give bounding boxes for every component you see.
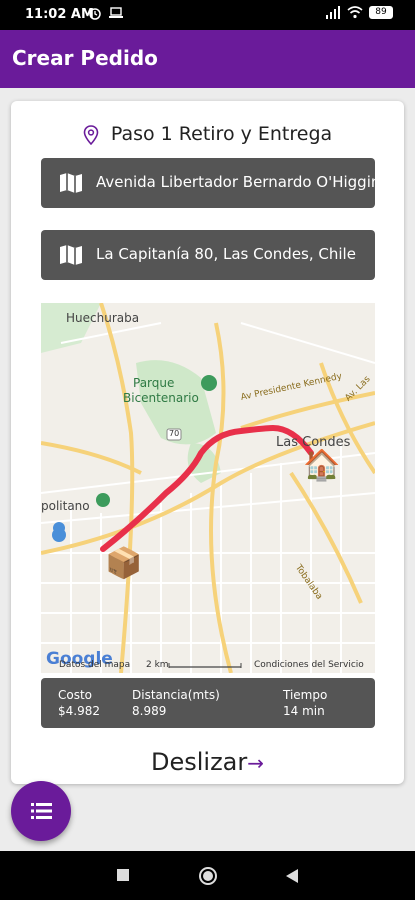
time-value: 14 min — [283, 704, 325, 718]
step-header: Paso 1 Retiro y Entrega — [11, 123, 404, 145]
map-background — [41, 303, 375, 673]
home-icon[interactable] — [198, 866, 218, 886]
map-label-bicentenario: Bicentenario — [123, 391, 199, 405]
route-map[interactable]: Huechuraba Parque Bicentenario Av Presid… — [41, 303, 375, 673]
cost-column: Costo $4.982 — [58, 687, 100, 719]
menu-list-icon — [31, 803, 52, 819]
swipe-control[interactable]: Deslizar→ — [11, 748, 404, 776]
map-scale-label: 2 km — [146, 660, 169, 670]
dropoff-address-text: La Capitanía 80, Las Condes, Chile — [96, 245, 356, 263]
time-label: Tiempo — [283, 688, 328, 702]
alarm-icon — [89, 8, 101, 20]
cost-label: Costo — [58, 688, 93, 702]
map-label-politano: politano — [41, 499, 90, 513]
recents-icon[interactable] — [116, 868, 130, 882]
map-icon — [60, 245, 82, 265]
map-label-huechuraba: Huechuraba — [66, 311, 140, 325]
distance-value: 8.989 — [132, 704, 167, 718]
system-nav-bar — [0, 851, 415, 900]
time-column: Tiempo 14 min — [283, 687, 327, 719]
distance-label: Distancia(mts) — [132, 688, 220, 702]
map-data-link[interactable]: Datos del mapa — [59, 660, 130, 670]
pickup-address-text: Avenida Libertador Bernardo O'Higgins — [96, 173, 375, 191]
battery-icon: 89 — [369, 6, 393, 19]
page-title: Crear Pedido — [12, 46, 158, 70]
location-pin-icon — [83, 124, 99, 145]
pickup-address-field[interactable]: Avenida Libertador Bernardo O'Higgins — [41, 158, 375, 208]
map-terms-link[interactable]: Condiciones del Servicio — [254, 660, 364, 670]
laptop-icon — [109, 7, 123, 18]
package-icon[interactable]: 📦 — [105, 549, 142, 579]
signal-icon — [326, 6, 340, 19]
status-time: 11:02 AM — [25, 7, 94, 22]
order-card: Paso 1 Retiro y Entrega Avenida Libertad… — [11, 101, 404, 784]
distance-column: Distancia(mts) 8.989 — [132, 687, 220, 719]
cost-value: $4.982 — [58, 704, 100, 718]
arrow-right-icon: → — [247, 751, 265, 775]
route-summary: Costo $4.982 Distancia(mts) 8.989 Tiempo… — [41, 678, 375, 728]
app-bar: Crear Pedido — [0, 30, 415, 88]
map-icon — [60, 173, 82, 193]
status-icons-right: 89 — [325, 6, 393, 19]
menu-fab-button[interactable] — [11, 781, 71, 841]
map-label-parque: Parque — [133, 376, 175, 390]
status-bar: 11:02 AM 89 — [0, 0, 415, 30]
highway-70-label: 70 — [169, 429, 180, 438]
house-icon[interactable]: 🏠 — [303, 451, 340, 481]
back-icon[interactable] — [285, 868, 299, 884]
battery-level: 89 — [375, 7, 387, 17]
status-icons-left — [88, 6, 124, 20]
wifi-icon — [347, 6, 363, 19]
step-label: Paso 1 Retiro y Entrega — [110, 123, 333, 145]
dropoff-address-field[interactable]: La Capitanía 80, Las Condes, Chile — [41, 230, 375, 280]
swipe-label: Deslizar — [150, 748, 248, 776]
